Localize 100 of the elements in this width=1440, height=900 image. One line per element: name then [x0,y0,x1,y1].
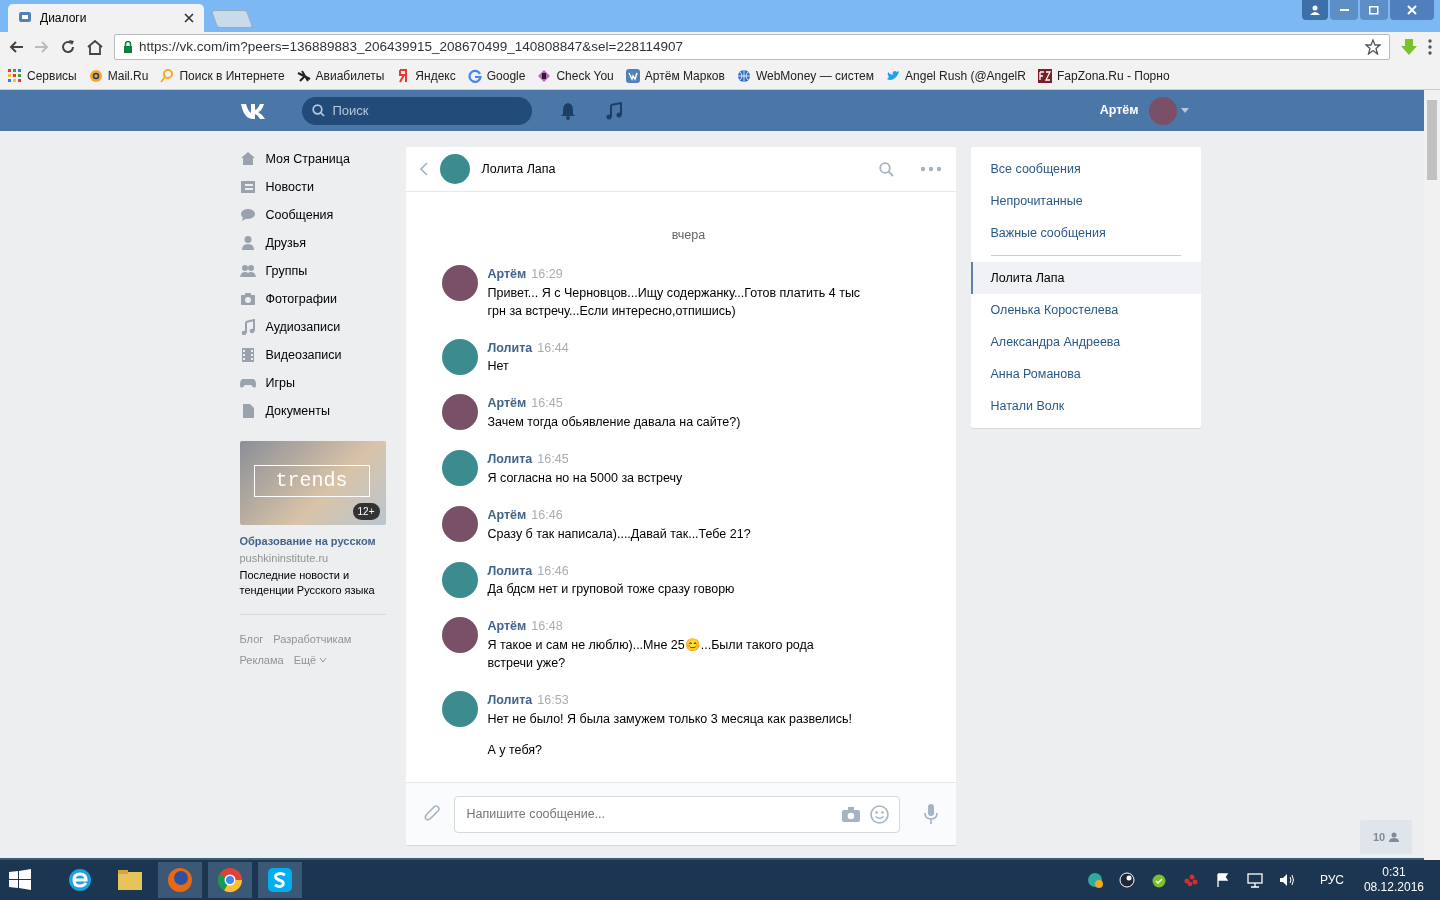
nav-link[interactable]: Фотографии [239,285,386,313]
dialog-link[interactable]: Анна Романова [970,358,1201,390]
bookmark-link[interactable]: Mail.Ru [88,66,149,85]
search-input[interactable]: Поиск [330,99,511,122]
bookmark-link[interactable]: WebMoney — систем [736,66,875,85]
url-text: https://vk.com/im?peers=136889883_206439915_208670499_140808847&sel=228114907 [139,37,684,56]
avatar[interactable] [439,154,470,184]
author-name[interactable]: Лолита [487,563,533,578]
avatar[interactable] [441,338,478,375]
ad-description: Последние новости и тенденции Русского языка [239,568,376,598]
download-arrow-icon[interactable] [1400,38,1418,56]
dialog-link[interactable]: Лолита Лапа [970,262,1201,294]
avatar[interactable] [441,691,478,727]
network-icon[interactable] [1246,872,1263,888]
browser-e-icon[interactable] [66,866,94,894]
nav-link[interactable]: Новости [239,173,386,201]
nav-link[interactable]: Друзья [239,229,386,257]
bookmark-link[interactable]: Сервисы [8,66,77,85]
bookmark-link[interactable]: Поиск в Интернете [160,66,285,85]
language-indicator[interactable]: РУС [1319,871,1344,889]
music-note-icon[interactable] [605,101,622,120]
person-icon [1310,5,1320,15]
tab-title: Диалоги [40,10,88,27]
nav-link[interactable]: Сообщения [239,201,386,229]
reload-icon[interactable] [60,39,76,55]
bookmark-link[interactable]: Яндекс [396,66,456,85]
browser-ball-icon[interactable] [216,866,244,894]
dialog-link[interactable]: Оленька Коростелева [970,294,1201,326]
maximize-button[interactable] [1360,0,1388,20]
nav-link[interactable]: Группы [239,257,386,285]
close-button[interactable] [1390,0,1434,20]
home-icon[interactable] [86,39,104,55]
bookmark-link[interactable]: FapZona.Ru - Порно [1037,66,1170,85]
ad-title[interactable]: Образование на русском [239,533,386,550]
message-time: 16:46 [537,563,569,578]
lime-check-icon[interactable] [1150,872,1167,888]
windows-logo-icon[interactable] [8,868,32,892]
back-icon[interactable] [8,39,24,55]
conversation-title[interactable]: Лолита Лапа [481,159,867,179]
dialog-link[interactable]: Александра Андреева [970,326,1201,358]
clock-time: 0:31 [1381,865,1407,880]
smiley-icon[interactable] [869,804,889,824]
speaker-icon[interactable] [1278,872,1295,888]
more-icon[interactable] [1428,39,1432,55]
ad-image[interactable]: trends 12+ [239,441,386,525]
camera-icon[interactable] [841,806,860,822]
author-name[interactable]: Артём [487,507,527,522]
nav-link[interactable]: Игры [239,369,386,397]
nav-link[interactable]: Видеозаписи [239,341,386,369]
author-name[interactable]: Артём [487,266,527,281]
author-name[interactable]: Лолита [487,452,533,466]
bell-icon[interactable] [559,101,576,120]
author-name[interactable]: Лолита [487,693,533,707]
close-icon [1407,5,1417,15]
microphone-icon[interactable] [923,804,938,824]
avatar[interactable] [441,505,478,542]
filter-link[interactable]: Важные сообщения [970,217,1201,249]
bookmark-link[interactable]: Angel Rush (@AngelR [886,66,1026,85]
search-field[interactable]: Поиск [301,96,532,125]
message-field[interactable]: Напишите сообщение... [453,795,900,833]
chevron-icon [319,658,328,664]
minimize-icon [1339,9,1349,11]
profile-button[interactable] [1302,0,1328,20]
avatar[interactable] [441,394,478,431]
paperclip-icon[interactable] [423,804,442,824]
bookmark-link[interactable]: Check You [537,66,614,85]
minimize-button[interactable] [1330,0,1358,20]
close-icon[interactable] [184,13,194,23]
avatar[interactable] [441,617,478,654]
author-name[interactable]: Артём [487,396,527,411]
speech-bubble-icon [239,207,256,223]
avatar[interactable] [441,264,478,301]
user-name[interactable]: Артём [1099,101,1139,120]
bookmark-link[interactable]: Авиабилеты [296,66,385,85]
bookmark-link[interactable]: Google [467,66,526,85]
search-icon [311,104,325,117]
avatar[interactable] [441,561,478,598]
search-icon[interactable] [878,161,894,177]
filter-link[interactable]: Все сообщения [970,153,1201,185]
scrollbar[interactable] [1424,90,1440,860]
nav-link[interactable]: Моя Страница [239,145,386,173]
avatar[interactable] [441,450,478,486]
star-icon[interactable] [1365,39,1381,55]
author-name[interactable]: Лолита [487,340,533,355]
globe-icon [736,68,751,83]
flag-icon[interactable] [1214,872,1231,888]
letter-s-app-icon[interactable] [266,866,294,894]
filter-link[interactable]: Непрочитанные [970,185,1201,217]
nav-link[interactable]: Аудиозаписи [239,313,386,341]
nav-link[interactable]: Документы [239,397,386,425]
message-time: 16:29 [531,266,563,281]
plane-icon [296,68,311,83]
bookmark-link[interactable]: Артём Марков [625,66,725,85]
author-name[interactable]: Артём [487,619,527,634]
address-bar[interactable]: https://vk.com/im?peers=136889883_206439915_208670499_140808847&sel=228114907 [114,34,1390,60]
caret-icon[interactable] [1180,108,1189,113]
berry-cluster-icon[interactable] [1182,872,1199,888]
dialog-link[interactable]: Натали Волк [970,390,1201,422]
browser-tab[interactable]: Диалоги [8,4,204,32]
magnifier-icon [160,68,175,83]
